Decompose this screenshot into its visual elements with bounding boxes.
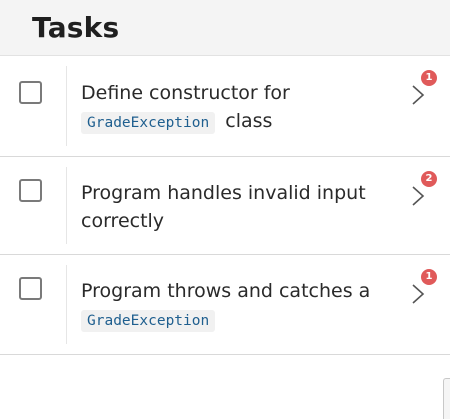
chevron-right-icon[interactable] [410,83,426,107]
page-title: Tasks [32,11,120,44]
task-item[interactable]: Define constructor for GradeException cl… [0,56,450,157]
task-text: Program throws and catches a GradeExcept… [67,255,401,354]
task-text-part: Program handles invalid input correctly [81,182,366,232]
task-text-part: Define constructor for [81,82,290,104]
scrollbar-stub[interactable] [443,378,450,419]
checkbox-column [0,167,67,244]
task-checkbox[interactable] [19,179,42,202]
task-text-part: class [225,110,273,132]
task-item[interactable]: Program handles invalid input correctly … [0,157,450,255]
code-snippet: GradeException [81,310,216,332]
chevron-right-icon[interactable] [410,184,426,208]
task-list: Define constructor for GradeException cl… [0,56,450,355]
task-item[interactable]: Program throws and catches a GradeExcept… [0,255,450,355]
code-snippet: GradeException [81,112,216,134]
checkbox-column [0,265,67,344]
task-checkbox[interactable] [19,277,42,300]
checkbox-column [0,66,67,146]
chevron-right-icon[interactable] [410,282,426,306]
task-checkbox[interactable] [19,81,42,104]
notification-badge: 1 [421,70,437,86]
notification-badge: 1 [421,269,437,285]
notification-badge: 2 [421,171,437,187]
task-text-part: Program throws and catches a [81,280,371,302]
task-text: Program handles invalid input correctly [67,157,401,254]
tasks-header: Tasks [0,0,450,56]
task-text: Define constructor for GradeException cl… [67,56,401,156]
